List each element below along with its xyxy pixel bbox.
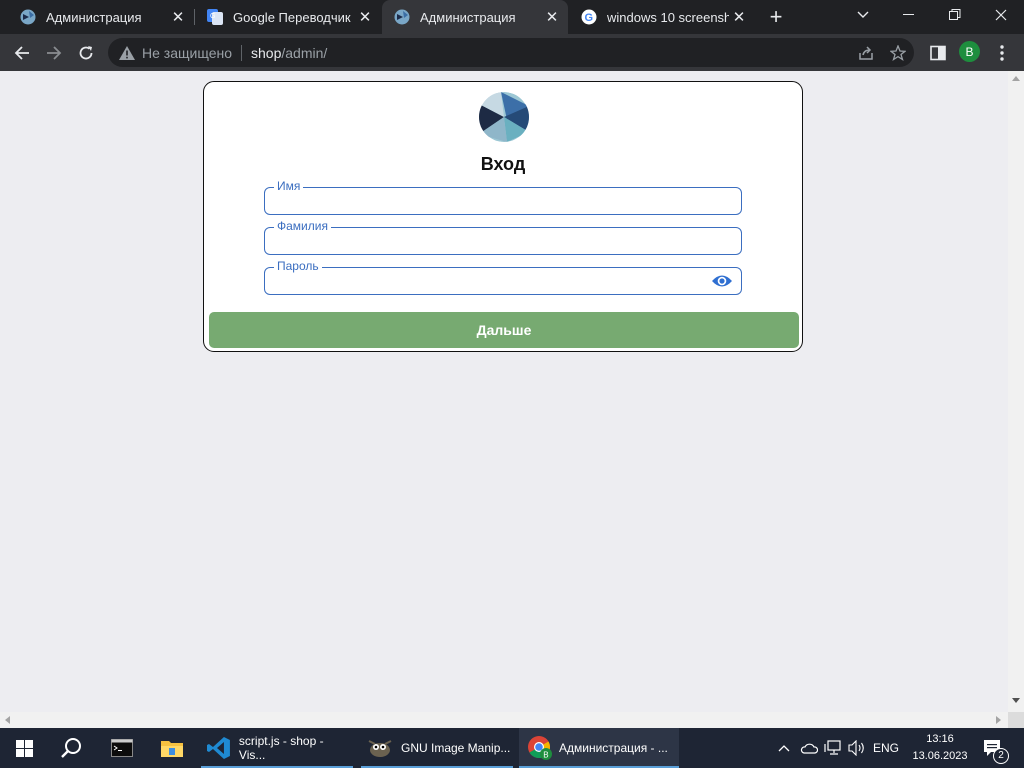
file-explorer-taskbar-item[interactable] [148,728,196,768]
tab-administration-1[interactable]: Администрация ✕ [8,0,194,34]
windows-taskbar: script.js - shop - Vis... GNU Image Mani… [0,728,1024,768]
security-label[interactable]: Не защищено [142,45,232,61]
site-logo-icon [20,9,36,25]
tab-strip: Администрация ✕ G Google Переводчик ✕ Ад… [0,0,1024,34]
notification-count-badge: 2 [993,748,1009,764]
tab-administration-active[interactable]: Администрация ✕ [382,0,568,34]
windows-logo-icon [15,739,33,757]
search-button[interactable] [48,728,96,768]
tab-title: Google Переводчик [233,9,351,25]
profile-avatar[interactable]: B [959,41,980,62]
scroll-right-arrow-icon[interactable] [996,716,1001,724]
first-name-field: Имя [264,179,742,215]
tab-google-search[interactable]: G windows 10 screenshot ✕ [569,0,755,34]
url-host: shop [251,44,282,61]
minimize-icon[interactable] [886,0,932,30]
network-icon[interactable] [822,728,844,768]
vscode-icon [207,737,230,759]
scroll-up-arrow-icon[interactable] [1012,76,1020,81]
forward-arrow-icon[interactable] [42,41,66,65]
tab-title: windows 10 screenshot [607,9,729,25]
google-translate-icon: G [207,9,223,25]
omnibox-divider [241,44,242,61]
folder-icon [161,741,183,757]
notification-center-icon[interactable]: 2 [978,728,1009,768]
taskbar-item-gimp[interactable]: GNU Image Manip... [361,728,513,768]
taskbar-item-label: Администрация - ... [559,741,668,755]
share-icon[interactable] [854,41,878,65]
back-arrow-icon[interactable] [10,41,34,65]
password-field: Пароль [264,259,742,295]
taskbar-item-label: GNU Image Manip... [401,741,511,755]
tab-close-icon[interactable]: ✕ [355,8,375,26]
terminal-taskbar-item[interactable] [98,728,146,768]
google-icon: G [581,9,597,25]
page-title: Вход [480,154,526,174]
last-name-field: Фамилия [264,219,742,255]
browser-toolbar: Не защищено shop/admin/ [0,34,1024,71]
first-name-label: Имя [274,179,304,193]
taskbar-item-vscode[interactable]: script.js - shop - Vis... [201,728,353,768]
vertical-scrollbar[interactable] [1008,71,1024,712]
terminal-icon [111,739,133,757]
scroll-left-arrow-icon[interactable] [5,716,10,724]
password-input[interactable] [273,272,677,292]
taskbar-item-label: script.js - shop - Vis... [238,734,324,762]
more-menu-icon[interactable] [990,41,1014,65]
input-language[interactable]: ENG [870,728,902,768]
new-tab-icon[interactable]: + [765,6,787,28]
submit-button[interactable]: Дальше [209,312,799,348]
login-card: Вход Имя Фамилия Пароль Дальше [203,81,803,352]
clock-time: 13:16 [926,733,954,745]
address-bar[interactable]: Не защищено shop/admin/ [108,38,914,67]
svg-text:G: G [585,12,594,24]
tab-close-icon[interactable]: ✕ [542,8,562,26]
tab-search-chevron-icon[interactable] [840,0,886,30]
search-icon [61,738,81,758]
tab-close-icon[interactable]: ✕ [729,8,749,26]
clock-date: 13.06.2023 [912,750,968,762]
close-window-icon[interactable] [978,0,1024,30]
svg-text:G: G [210,13,215,20]
svg-text:B: B [543,750,548,759]
scrollbar-corner [1008,712,1024,728]
bookmark-star-icon[interactable] [886,41,910,65]
password-label: Пароль [274,259,322,273]
url-path: /admin/ [281,44,328,61]
onedrive-cloud-icon[interactable] [798,728,820,768]
site-logo [479,92,529,142]
tab-close-icon[interactable]: ✕ [168,8,188,26]
site-logo-icon [394,9,410,25]
volume-icon[interactable] [846,728,868,768]
restore-icon[interactable] [932,0,978,30]
start-button[interactable] [0,728,48,768]
gimp-icon [368,740,392,757]
warning-icon[interactable] [118,44,136,62]
tab-title: Администрация [46,9,142,25]
show-hidden-icons-chevron-icon[interactable] [774,728,794,768]
reload-icon[interactable] [74,41,98,65]
tab-title: Администрация [420,9,516,25]
first-name-input[interactable] [273,192,707,212]
show-password-eye-icon[interactable] [711,273,733,289]
taskbar-item-chrome[interactable]: B Администрация - ... [519,728,679,768]
system-clock[interactable]: 13:16 13.06.2023 [905,731,975,765]
horizontal-scrollbar[interactable] [0,712,1008,728]
page-viewport: Вход Имя Фамилия Пароль Дальше [0,71,1008,712]
side-panel-icon[interactable] [926,41,950,65]
scroll-down-arrow-icon[interactable] [1012,698,1020,703]
site-logo-icon [479,92,529,142]
chrome-icon: B [528,736,552,760]
last-name-input[interactable] [273,232,707,252]
last-name-label: Фамилия [274,219,331,233]
tab-google-translate[interactable]: G Google Переводчик ✕ [195,0,381,34]
